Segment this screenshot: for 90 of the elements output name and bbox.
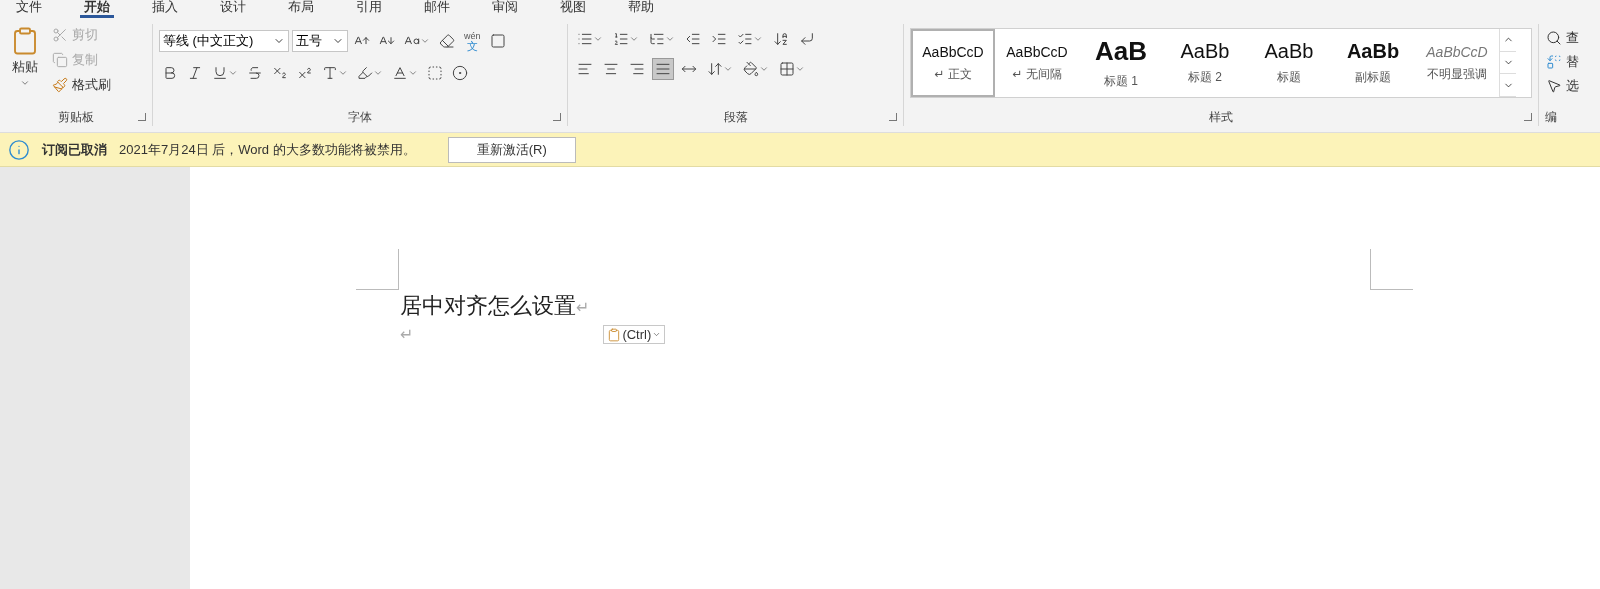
- border-square-icon: [489, 33, 506, 49]
- font-name-dropdown[interactable]: 等线 (中文正文): [159, 30, 289, 52]
- group-label: 样式: [1209, 108, 1233, 126]
- bullets-icon: [577, 31, 593, 47]
- line-spacing-icon: [707, 61, 723, 77]
- group-label: 剪贴板: [58, 108, 94, 126]
- font-color-icon: [392, 65, 408, 81]
- eraser-icon: [439, 33, 455, 49]
- style-option[interactable]: AaBb 标题: [1247, 29, 1331, 97]
- paste-options-button[interactable]: (Ctrl): [603, 325, 666, 344]
- chevron-down-icon: [629, 34, 639, 44]
- bold-icon: [162, 65, 178, 81]
- align-button[interactable]: [652, 58, 674, 80]
- style-option[interactable]: AaBb 副标题: [1331, 29, 1415, 97]
- notice-title: 订阅已取消: [42, 140, 107, 159]
- chevron-down-icon: [753, 34, 763, 44]
- clipboard-command[interactable]: 格式刷: [50, 74, 113, 96]
- margin-corner-mark: [356, 249, 399, 290]
- italic-icon: [187, 65, 203, 81]
- ribbon-tab[interactable]: 文件: [12, 0, 46, 18]
- align-justify-icon: [655, 61, 671, 77]
- chevron-down-icon: [723, 64, 733, 74]
- launcher-icon[interactable]: [1524, 113, 1532, 121]
- select-button[interactable]: 选: [1545, 76, 1600, 96]
- chevron-down-icon: [593, 34, 603, 44]
- info-icon: [8, 138, 30, 161]
- chevron-down-icon: [373, 68, 383, 78]
- notice-message: 2021年7月24日 后，Word 的大多数功能将被禁用。: [119, 140, 416, 159]
- margin-corner-mark: [1370, 249, 1413, 290]
- numbering-icon: [613, 31, 629, 47]
- group-label: 字体: [348, 108, 372, 126]
- group-label: 编: [1545, 108, 1557, 126]
- paragraph-mark-icon: [799, 31, 815, 47]
- reactivate-button[interactable]: 重新激活(R): [447, 136, 576, 163]
- document-text: 居中对齐怎么设置: [400, 292, 576, 320]
- group-label: 段落: [723, 108, 748, 126]
- find-button[interactable]: 查: [1545, 28, 1600, 48]
- chevron-down-icon: [20, 78, 30, 88]
- launcher-icon[interactable]: [138, 113, 146, 121]
- style-option[interactable]: AaBbCcD ↵ 正文: [911, 29, 995, 97]
- style-option[interactable]: AaBbCcD 不明显强调: [1415, 29, 1499, 97]
- launcher-icon[interactable]: [889, 113, 897, 121]
- style-option[interactable]: AaBb 标题 2: [1163, 29, 1247, 97]
- chevron-down-icon: [420, 36, 430, 46]
- scissors-icon: [52, 27, 68, 43]
- replace-button[interactable]: 替: [1545, 52, 1600, 72]
- align-center-icon: [603, 61, 619, 77]
- chevron-down-icon: [652, 330, 662, 339]
- ribbon-tab[interactable]: 设计: [216, 0, 250, 18]
- ribbon-tab[interactable]: 审阅: [488, 0, 522, 18]
- ribbon-tab[interactable]: 帮助: [624, 0, 658, 18]
- align-left-icon: [577, 61, 593, 77]
- superscript-icon: [297, 65, 313, 81]
- paint-bucket-icon: [743, 61, 759, 77]
- chevron-down-icon: [338, 68, 348, 78]
- indent-decrease-icon: [685, 31, 701, 47]
- copy-icon: [52, 52, 68, 68]
- pointer-icon: [1546, 78, 1562, 94]
- ribbon-tab[interactable]: 邮件: [420, 0, 454, 18]
- underline-icon: [212, 65, 228, 81]
- highlighter-icon: [357, 65, 373, 81]
- ribbon-tab[interactable]: 插入: [148, 0, 182, 18]
- sort-icon: [773, 31, 789, 47]
- style-option[interactable]: AaBbCcD ↵ 无间隔: [995, 29, 1079, 97]
- multilevel-list-icon: [649, 31, 665, 47]
- align-right-icon: [629, 61, 645, 77]
- indent-increase-icon: [711, 31, 727, 47]
- ribbon-tab[interactable]: 布局: [284, 0, 318, 18]
- search-icon: [1546, 30, 1562, 46]
- chevron-down-icon: [228, 68, 238, 78]
- subscript-icon: [272, 65, 288, 81]
- clipboard-icon: [607, 327, 622, 342]
- paragraph-mark: ↵: [400, 325, 414, 344]
- font-size-dropdown[interactable]: 五号: [292, 30, 348, 52]
- ribbon-tab[interactable]: 视图: [556, 0, 590, 18]
- paragraph-mark: ↵: [576, 299, 590, 317]
- replace-icon: [1546, 54, 1562, 70]
- ribbon-tab[interactable]: 引用: [352, 0, 386, 18]
- text-effects-icon: [322, 65, 338, 81]
- chevron-down-icon: [665, 34, 675, 44]
- paste-button[interactable]: 粘贴: [6, 24, 44, 108]
- paintbrush-icon: [52, 77, 68, 93]
- strikethrough-icon: [247, 65, 263, 81]
- style-option[interactable]: AaB 标题 1: [1079, 29, 1163, 97]
- phonetic-guide-button[interactable]: wén 文: [461, 28, 484, 54]
- chevron-down-icon: [408, 68, 418, 78]
- launcher-icon[interactable]: [553, 113, 561, 121]
- chevron-down-icon: [795, 64, 805, 74]
- borders-icon: [779, 61, 795, 77]
- chevron-down-icon: [759, 64, 769, 74]
